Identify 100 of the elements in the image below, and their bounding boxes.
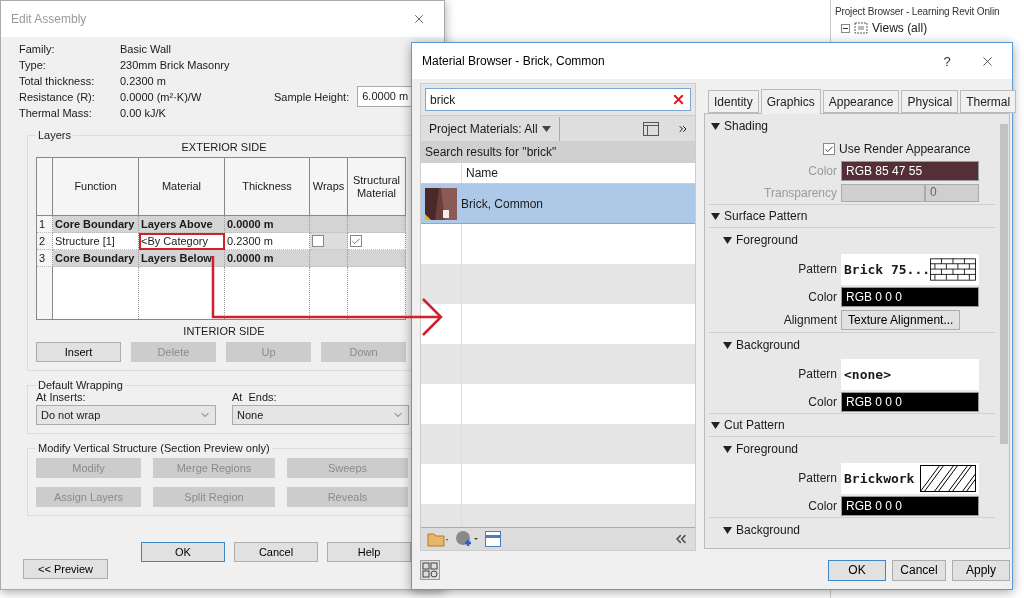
property-value: 230mm Brick Masonry [120, 59, 231, 71]
subsection-title: Foreground [736, 233, 799, 247]
table-header: Wraps [310, 158, 348, 216]
texture-alignment-button[interactable]: Texture Alignment... [841, 310, 961, 330]
expand-triangle-icon[interactable] [711, 122, 720, 130]
table-cell: Structure [1] [53, 233, 139, 250]
property-label: Color [807, 164, 837, 178]
tab[interactable]: Physical [901, 90, 959, 113]
group-title: Layers [37, 129, 73, 141]
expand-triangle-icon[interactable] [723, 445, 732, 453]
property-label: Pattern [797, 262, 837, 276]
property-label: Pattern [797, 471, 837, 485]
row-number: 3 [37, 250, 53, 267]
dialog-button[interactable]: Help [327, 542, 411, 562]
property-value: 0.2300 m [120, 75, 167, 87]
clear-icon[interactable] [671, 92, 686, 107]
add-sphere-icon[interactable] [455, 530, 479, 548]
table-caption: EXTERIOR SIDE [180, 141, 268, 153]
table-header: Thickness [225, 158, 310, 216]
panel-title: Project Browser - Learning Revit Onlin [835, 6, 1001, 17]
property-value: Basic Wall [120, 43, 172, 55]
property-label: Transparency [763, 186, 837, 200]
section-title: Cut Pattern [724, 418, 785, 432]
tab[interactable]: Appearance [822, 90, 900, 113]
column-header: Name [461, 163, 695, 183]
property-label: Color [807, 395, 837, 409]
property-label: Total thickness: [19, 75, 96, 87]
pattern-field[interactable]: Brickwork [841, 462, 979, 494]
table-cell [348, 267, 406, 319]
field-label: Sample Height: [274, 90, 350, 103]
views-icon [854, 22, 868, 34]
group-title: Default Wrapping [37, 379, 124, 391]
table-header: Material [139, 158, 225, 216]
panel-toggle-icon[interactable] [643, 121, 659, 136]
checkbox[interactable] [823, 143, 835, 155]
pattern-field[interactable]: <none> [841, 358, 979, 390]
tab[interactable]: Thermal [960, 90, 1017, 113]
property-value: 0.0000 (m²·K)/W [120, 91, 203, 103]
window-title: Material Browser - Brick, Common [422, 54, 606, 68]
pattern-field[interactable]: Brick 75... [841, 253, 979, 285]
material-name: Brick, Common [461, 196, 544, 211]
table-caption: INTERIOR SIDE [182, 325, 266, 337]
dialog-button[interactable]: Cancel [892, 559, 946, 581]
expand-triangle-icon[interactable] [711, 421, 720, 429]
preview-button[interactable]: << Preview [23, 559, 108, 579]
table-cell: Layers Below [139, 250, 225, 267]
material-row[interactable]: Brick, Common [421, 184, 695, 224]
checkbox-label: Use Render Appearance [839, 142, 971, 156]
caret-icon [541, 125, 551, 132]
section-title: Shading [724, 119, 769, 133]
expand-triangle-icon[interactable] [723, 341, 732, 349]
dialog-button[interactable]: Apply [952, 559, 1010, 581]
color-swatch[interactable]: RGB 0 0 0 [841, 496, 979, 516]
property-label: Pattern [797, 367, 837, 381]
dialog-button[interactable]: OK [828, 559, 886, 581]
layout-icon[interactable] [420, 560, 440, 580]
checkbox[interactable] [350, 235, 362, 247]
property-label: Resistance (R): [19, 91, 96, 103]
expand-triangle-icon[interactable] [723, 526, 732, 534]
color-swatch[interactable]: RGB 0 0 0 [841, 392, 979, 412]
table-cell: 0.0000 m [225, 216, 310, 233]
color-swatch[interactable]: RGB 0 0 0 [841, 287, 979, 307]
dropdown[interactable]: Do not wrap [36, 405, 216, 425]
field-label: At Inserts: [36, 391, 87, 403]
field-label: At Ends: [232, 391, 278, 403]
layer-button[interactable]: Insert [36, 342, 121, 362]
dropdown[interactable]: None [232, 405, 409, 425]
expand-triangle-icon[interactable] [723, 236, 732, 244]
table-header: Function [53, 158, 139, 216]
table-cell: <By Category [139, 233, 225, 250]
panel-icon[interactable] [485, 531, 501, 547]
row-number: 1 [37, 216, 53, 233]
expand-triangle-icon[interactable] [711, 212, 720, 220]
tab[interactable]: Graphics [760, 89, 821, 114]
table-cell: Core Boundary [53, 250, 139, 267]
table-header: Structural Material [348, 158, 406, 216]
property-label: Color [807, 290, 837, 304]
dialog-button[interactable]: OK [141, 542, 225, 562]
table-cell: 0.2300 m [225, 233, 310, 250]
checkbox[interactable] [312, 235, 324, 247]
table-cell: 0.0000 m [225, 250, 310, 267]
property-value: 0.00 kJ/K [120, 107, 167, 119]
property-label: Family: [19, 43, 56, 55]
collapse-icon[interactable] [841, 23, 850, 33]
brick-pattern-icon [930, 255, 976, 283]
subsection-title: Background [736, 523, 801, 537]
close-icon[interactable] [412, 12, 426, 26]
table-cell: Layers Above [139, 216, 225, 233]
table-cell [310, 267, 348, 319]
dialog-button[interactable]: Cancel [234, 542, 318, 562]
help-button[interactable]: ? [932, 49, 962, 73]
search-field[interactable]: brick [425, 88, 691, 111]
subsection-title: Background [736, 338, 801, 352]
row-number: 2 [37, 233, 53, 250]
section-title: Surface Pattern [724, 209, 808, 223]
property-label: Color [807, 499, 837, 513]
tab[interactable]: Identity [708, 90, 759, 113]
property-label: Alignment [782, 313, 837, 327]
hatch-pattern-icon [920, 464, 976, 492]
property-label: Thermal Mass: [19, 107, 93, 119]
